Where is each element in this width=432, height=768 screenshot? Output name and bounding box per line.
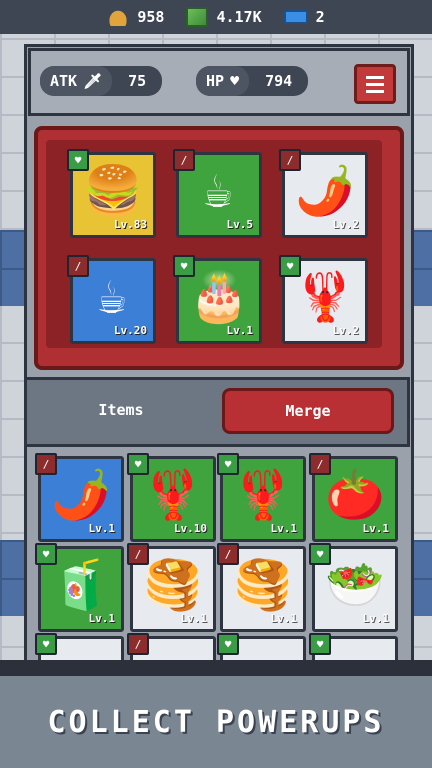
- heart-badge-icon: ♥: [309, 633, 331, 655]
- gold-counter: 958: [107, 8, 164, 26]
- burger-icon: 🍔: [83, 163, 143, 219]
- inventory-grid: / 🌶️ Lv.1 ♥ 🦞 Lv.10 ♥ 🦞 Lv.1/🍅 Lv.1 ♥ 🧃 Lv.1/🥞 Lv.1/🥞…: [24, 446, 408, 660]
- inventory-item-lobster[interactable]: ♥ 🦞 Lv.1: [217, 453, 306, 542]
- level-label: Lv.1: [88, 522, 116, 535]
- gem-icon: [283, 10, 308, 24]
- menu-button[interactable]: [354, 64, 396, 104]
- promo-headline: COLLECT POWERUPS: [47, 704, 385, 740]
- level-label: Lv.5: [226, 218, 254, 231]
- sword-badge-icon: /: [127, 633, 149, 655]
- gem-counter: 2: [283, 8, 325, 26]
- cake-icon: 🎂: [189, 269, 249, 325]
- hp-value: 794: [265, 72, 293, 90]
- equipped-slot-coffee[interactable]: / ☕ Lv.20: [67, 255, 156, 344]
- level-label: Lv.20: [113, 324, 147, 337]
- lobster-icon: 🦞: [295, 269, 355, 325]
- inventory-item-pancakes[interactable]: / 🥞 Lv.1: [127, 543, 216, 632]
- tab-items[interactable]: Items: [36, 390, 206, 430]
- chili-icon: 🌶️: [51, 467, 111, 523]
- cash-counter: 4.17K: [186, 7, 262, 27]
- pancakes-icon: 🥞: [233, 557, 293, 613]
- level-label: Lv.83: [113, 218, 147, 231]
- equipped-slot-burger[interactable]: ♥ 🍔 Lv.83: [67, 149, 156, 238]
- equipped-slot-cake[interactable]: ♥ 🎂 Lv.1: [173, 255, 262, 344]
- level-label: Lv.10: [173, 522, 207, 535]
- atk-stat: ATK 🗡 75: [40, 66, 163, 96]
- equipped-slot-coffee[interactable]: / ☕ Lv.5: [173, 149, 262, 238]
- inventory-item-chili[interactable]: / 🌶️ Lv.1: [35, 453, 124, 542]
- hp-label: HP: [206, 72, 225, 90]
- equipped-slot-chili[interactable]: / 🌶️ Lv.2: [279, 149, 368, 238]
- heart-badge-icon: ♥: [217, 633, 239, 655]
- gold-value: 958: [137, 8, 165, 26]
- pancakes-icon: 🥞: [143, 557, 203, 613]
- inventory-item-partial[interactable]: /: [127, 633, 216, 660]
- juice-box-icon: 🧃: [51, 557, 111, 613]
- level-label: Lv.2: [332, 324, 360, 337]
- sword-icon: 🗡: [83, 72, 103, 90]
- coffee-icon: ☕: [97, 269, 127, 325]
- coffee-icon: ☕: [203, 163, 233, 219]
- heart-badge-icon: ♥: [35, 633, 57, 655]
- atk-value: 75: [128, 72, 147, 90]
- gem-value: 2: [315, 8, 325, 26]
- lobster-icon: 🦞: [233, 467, 293, 523]
- level-label: Lv.1: [88, 612, 116, 625]
- gold-pile-icon: [107, 8, 130, 26]
- inventory-item-pancakes[interactable]: / 🥞 Lv.1: [217, 543, 306, 632]
- inventory-item-lobster[interactable]: ♥ 🦞 Lv.10: [127, 453, 216, 542]
- inventory-item-juice-box[interactable]: ♥ 🧃 Lv.1: [35, 543, 124, 632]
- equipped-slot-lobster[interactable]: ♥ 🦞 Lv.2: [279, 255, 368, 344]
- level-label: Lv.1: [180, 612, 208, 625]
- level-label: Lv.1: [362, 522, 390, 535]
- salad-icon: 🥗: [325, 557, 385, 613]
- chili-icon: 🌶️: [295, 163, 355, 219]
- heart-icon: ♥: [230, 72, 240, 90]
- inventory-item-salad[interactable]: ♥ 🥗 Lv.1: [309, 543, 398, 632]
- level-label: Lv.2: [332, 218, 360, 231]
- level-label: Lv.1: [226, 324, 254, 337]
- inventory-item-partial[interactable]: ♥: [217, 633, 306, 660]
- hp-stat: HP ♥ 794: [196, 66, 309, 96]
- level-label: Lv.1: [270, 612, 298, 625]
- menu-icon: [366, 75, 384, 79]
- level-label: Lv.1: [270, 522, 298, 535]
- bottom-divider: [0, 660, 432, 676]
- promo-banner: COLLECT POWERUPS: [0, 676, 432, 768]
- tomato-icon: 🍅: [325, 467, 385, 523]
- cash-value: 4.17K: [216, 8, 262, 26]
- cash-stack-icon: [186, 7, 209, 27]
- lobster-icon: 🦞: [143, 467, 203, 523]
- tab-merge[interactable]: Merge: [222, 388, 394, 434]
- atk-label: ATK: [50, 72, 78, 90]
- level-label: Lv.1: [362, 612, 390, 625]
- inventory-item-partial[interactable]: ♥: [35, 633, 124, 660]
- resource-bar: 958 4.17K 2: [0, 0, 432, 34]
- inventory-item-partial[interactable]: ♥: [309, 633, 398, 660]
- inventory-item-tomato[interactable]: / 🍅 Lv.1: [309, 453, 398, 542]
